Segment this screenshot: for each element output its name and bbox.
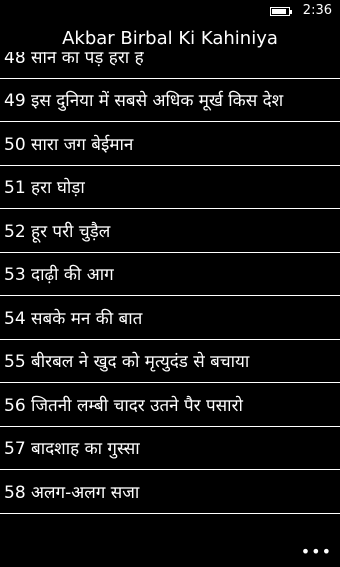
list-item-label: 51 हरा घोड़ा xyxy=(4,178,85,199)
battery-icon xyxy=(270,7,292,16)
list-item[interactable]: 48 सोने का पेड़ हरा है xyxy=(0,52,340,79)
status-bar: 2:36 xyxy=(0,0,340,22)
list-item-label: 58 अलग-अलग सजा xyxy=(4,482,140,503)
list-item[interactable]: 53 दाढ़ी की आग xyxy=(0,253,340,296)
list-item[interactable]: 57 बादशाह का गुस्सा xyxy=(0,427,340,470)
list-item-label: 50 सारा जग बेईमान xyxy=(4,134,134,155)
list-item[interactable]: 52 हूर परी चुड़ैल xyxy=(0,209,340,253)
list-item[interactable]: 51 हरा घोड़ा xyxy=(0,166,340,209)
more-icon[interactable]: ••• xyxy=(301,542,332,561)
page-title: Akbar Birbal Ki Kahiniya xyxy=(62,28,278,49)
list-item[interactable]: 55 बीरबल ने खुद को मृत्युदंड से बचाया xyxy=(0,340,340,383)
list-item[interactable]: 49 इस दुनिया में सबसे अधिक मूर्ख किस देश xyxy=(0,79,340,122)
list-item-label: 48 सोने का पेड़ हरा है xyxy=(4,52,144,68)
list-item-label: 53 दाढ़ी की आग xyxy=(4,265,114,286)
list-item-label: 54 सबके मन की बात xyxy=(4,308,143,329)
list-item-label: 57 बादशाह का गुस्सा xyxy=(4,439,140,460)
app-bar: ••• xyxy=(0,530,340,567)
list-item-label: 56 जितनी लम्बी चादर उतने पैर पसारो xyxy=(4,395,243,416)
list-item[interactable]: 54 सबके मन की बात xyxy=(0,296,340,340)
list-item-label: 49 इस दुनिया में सबसे अधिक मूर्ख किस देश xyxy=(4,91,284,112)
list-item-label: 52 हूर परी चुड़ैल xyxy=(4,221,111,242)
story-list[interactable]: 48 सोने का पेड़ हरा है 49 इस दुनिया में स… xyxy=(0,52,340,530)
list-item[interactable]: 50 सारा जग बेईमान xyxy=(0,122,340,166)
list-item[interactable]: 58 अलग-अलग सजा xyxy=(0,470,340,514)
list-item[interactable]: 56 जितनी लम्बी चादर उतने पैर पसारो xyxy=(0,383,340,427)
clock: 2:36 xyxy=(302,3,332,18)
list-item-label: 55 बीरबल ने खुद को मृत्युदंड से बचाया xyxy=(4,352,250,373)
